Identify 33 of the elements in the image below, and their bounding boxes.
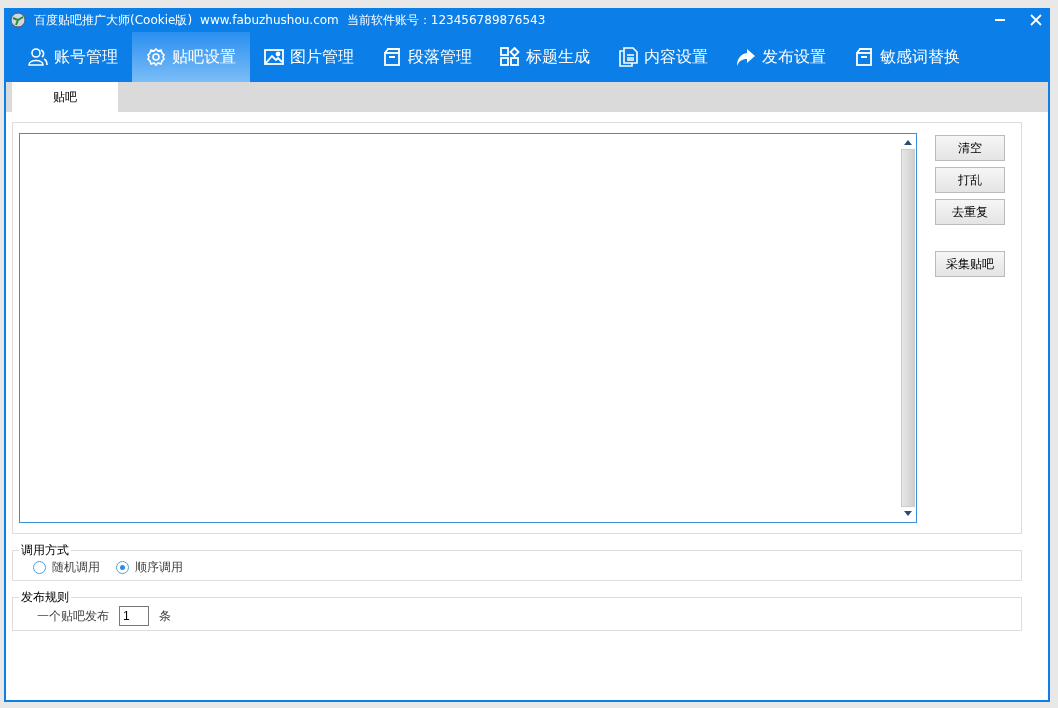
group-title: 发布规则 [20, 589, 70, 606]
account-label: 当前软件账号：123456789876543 [346, 11, 546, 29]
nav-tab[interactable]: 发布设置 [722, 32, 840, 82]
action-button[interactable]: 采集贴吧 [935, 251, 1005, 277]
down-arrow-icon[interactable] [903, 510, 913, 518]
box-icon [854, 47, 874, 67]
action-button[interactable]: 去重复 [935, 199, 1005, 225]
nav-tab[interactable]: 段落管理 [368, 32, 486, 82]
image-icon [264, 47, 284, 67]
action-button[interactable]: 打乱 [935, 167, 1005, 193]
field-label: 一个贴吧发布 [37, 607, 109, 625]
up-arrow-icon[interactable] [903, 138, 913, 146]
radio-option[interactable]: 顺序调用 [116, 559, 183, 576]
box-icon [382, 47, 402, 67]
unit-label: 条 [159, 607, 171, 625]
nav-tab[interactable]: 敏感词替换 [840, 32, 974, 82]
nav-tab[interactable]: 内容设置 [604, 32, 722, 82]
grid-icon [500, 47, 520, 67]
nav-tab[interactable]: 图片管理 [250, 32, 368, 82]
nav-tab[interactable]: 账号管理 [14, 32, 132, 82]
window-title: 百度贴吧推广大师(Cookie版) [34, 11, 193, 29]
share-arrow-icon [736, 47, 756, 67]
close-icon[interactable] [1030, 14, 1042, 26]
group-title: 调用方式 [20, 542, 70, 559]
settings-icon [146, 47, 166, 67]
tab[interactable]: 贴吧 [12, 82, 118, 112]
document-icon [618, 47, 638, 67]
count-field[interactable]: 1 [119, 606, 149, 626]
nav-tab[interactable]: 标题生成 [486, 32, 604, 82]
website-url: www.fabuzhushou.com [200, 13, 339, 27]
action-button[interactable]: 清空 [935, 135, 1005, 161]
user-icon [28, 47, 48, 67]
radio-option[interactable]: 随机调用 [33, 559, 100, 576]
